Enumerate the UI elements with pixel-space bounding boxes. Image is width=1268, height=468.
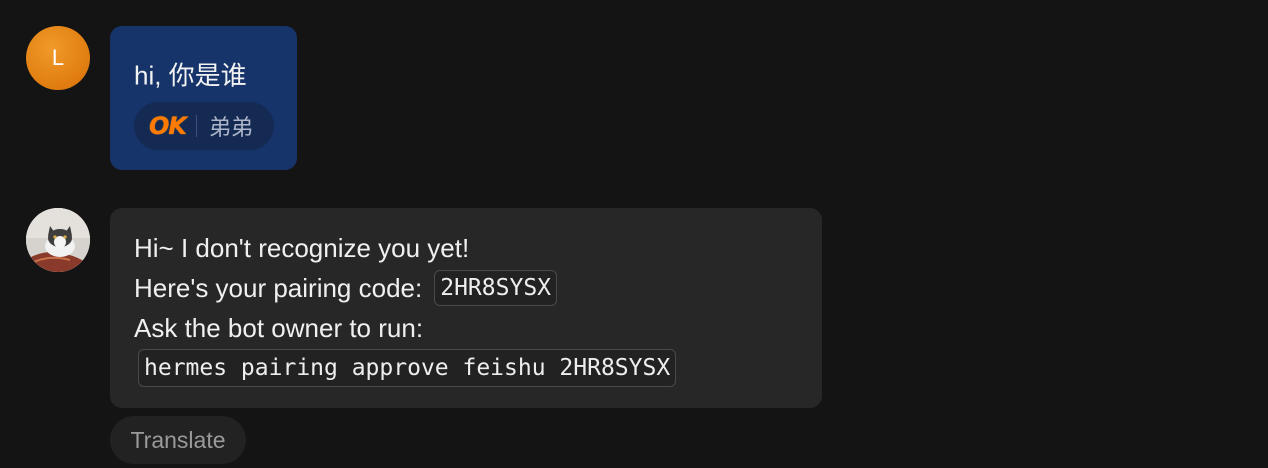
pairing-code-line: Here's your pairing code: 2HR8SYSX (134, 270, 558, 306)
bot-greeting-line: Hi~ I don't recognize you yet! (134, 230, 469, 266)
bot-greeting-text: Hi~ I don't recognize you yet! (134, 232, 470, 263)
reaction-divider (196, 115, 197, 137)
pairing-code-label: Here's your pairing code: (134, 272, 423, 303)
ok-emoji-icon: OK (149, 112, 187, 140)
instruction-line: Ask the bot owner to run: (134, 310, 423, 346)
user-message-bubble[interactable]: hi, 你是谁 OK 弟弟 (110, 26, 297, 170)
chat-view: L hi, 你是谁 OK 弟弟 Hi~ I don't recognize yo… (0, 0, 1268, 468)
ok-reaction-chip[interactable]: OK 弟弟 (134, 102, 274, 150)
user-avatar[interactable]: L (26, 26, 90, 90)
instruction-text: Ask the bot owner to run: (134, 312, 424, 343)
bot-message-bubble[interactable]: Hi~ I don't recognize you yet! Here's yo… (110, 208, 822, 408)
translate-button[interactable]: Translate (110, 416, 246, 464)
user-message-text: hi, 你是谁 (134, 60, 247, 91)
approve-command-code[interactable]: hermes pairing approve feishu 2HR8SYSX (138, 349, 677, 387)
command-line: hermes pairing approve feishu 2HR8SYSX (134, 348, 677, 388)
pairing-code[interactable]: 2HR8SYSX (434, 270, 558, 306)
cat-avatar-icon (26, 208, 90, 272)
reaction-user-name: 弟弟 (209, 115, 254, 140)
user-avatar-initial: L (51, 45, 65, 70)
bot-avatar[interactable] (26, 208, 90, 272)
